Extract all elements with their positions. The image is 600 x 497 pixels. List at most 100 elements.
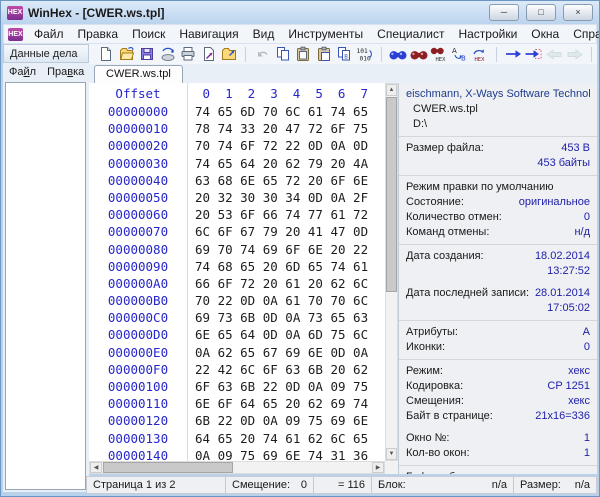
new-file-icon[interactable] [97, 45, 115, 64]
svg-text:B: B [461, 55, 466, 63]
hex-rows: 00000000 74 65 6D 70 6C 61 74 65 0000001… [89, 103, 385, 461]
hex-row-offset: 00000020 [89, 137, 187, 154]
svg-text:A: A [452, 47, 457, 55]
info-label: CWER.ws.tpl [413, 102, 478, 117]
hex-row: 00000030 74 65 64 20 62 79 20 4A [89, 155, 385, 172]
hex-row-bytes[interactable]: 20 53 6F 66 74 77 61 72 [187, 206, 368, 223]
hex-row-offset: 00000010 [89, 120, 187, 137]
open-disk-icon[interactable] [158, 45, 176, 64]
hex-row-bytes[interactable]: 6B 22 0D 0A 09 75 69 6E [187, 412, 368, 429]
scroll-left-icon[interactable]: ◀ [90, 462, 102, 473]
info-value: 18.02.2014 [484, 249, 590, 264]
find-hex-values-icon[interactable]: HEX [430, 45, 448, 64]
menu-item[interactable]: Настройки [451, 26, 524, 42]
hex-row-bytes[interactable]: 78 74 33 20 47 72 6F 75 [187, 120, 368, 137]
goto-offset-icon[interactable] [504, 45, 522, 64]
info-label: D:\ [413, 117, 427, 132]
copy-as-hex-icon[interactable]: B [335, 45, 353, 64]
hex-row-bytes[interactable]: 69 73 6B 0D 0A 73 65 63 [187, 309, 368, 326]
undo-icon[interactable] [253, 45, 271, 64]
tab-cwer-ws-tpl[interactable]: CWER.ws.tpl [94, 65, 183, 83]
hex-row-offset: 000000C0 [89, 309, 187, 326]
info-label: Байт в странице: [406, 409, 493, 424]
info-row: eischmann, X-Ways Software Technology AG [399, 87, 597, 102]
minimize-button[interactable]: ─ [489, 4, 519, 21]
case-data-tree[interactable] [5, 82, 86, 490]
hex-row-bytes[interactable]: 64 65 20 74 61 62 6C 65 [187, 430, 368, 447]
close-button[interactable]: × [563, 4, 593, 21]
menu-item[interactable]: Справка [566, 26, 600, 42]
vertical-scrollbar[interactable]: ▲ ▼ [385, 83, 398, 461]
menu-item[interactable]: Специалист [370, 26, 451, 42]
hex-row-bytes[interactable]: 0A 09 75 69 6E 74 31 36 [187, 447, 368, 461]
horizontal-scrollbar-thumb[interactable] [103, 462, 233, 473]
hex-row-bytes[interactable]: 6E 6F 64 65 20 62 69 74 [187, 395, 368, 412]
hex-row-bytes[interactable]: 6F 63 6B 22 0D 0A 09 75 [187, 378, 368, 395]
find-again-icon[interactable] [409, 45, 427, 64]
paste-into-new-file-icon[interactable] [315, 45, 333, 64]
menu-item[interactable]: Правка [71, 26, 126, 42]
hex-row-bytes[interactable]: 0A 62 65 67 69 6E 0D 0A [187, 344, 368, 361]
case-menu-item[interactable]: Файл [9, 66, 36, 78]
hex-row-bytes[interactable]: 69 70 74 69 6F 6E 20 22 [187, 241, 368, 258]
print-icon[interactable] [179, 45, 197, 64]
menu-item[interactable]: Окна [524, 26, 566, 42]
hex-row-bytes[interactable]: 74 65 6D 70 6C 61 74 65 [187, 103, 368, 120]
hex-row-bytes[interactable]: 70 22 0D 0A 61 70 70 6C [187, 292, 368, 309]
info-label: Режим правки по умолчанию [406, 180, 553, 195]
horizontal-scrollbar[interactable]: ◀ ▶ [89, 461, 385, 474]
binary-conversion-icon[interactable]: 101010 [356, 45, 374, 64]
paste-clipboard-icon[interactable] [294, 45, 312, 64]
scroll-down-icon[interactable]: ▼ [386, 448, 397, 460]
hex-row-bytes[interactable]: 74 65 64 20 62 79 20 4A [187, 155, 368, 172]
hex-row-bytes[interactable]: 66 6F 72 20 61 20 62 6C [187, 275, 368, 292]
scroll-up-icon[interactable]: ▲ [386, 84, 397, 96]
info-row: Команд отмены: н/д [399, 225, 597, 240]
hex-row-bytes[interactable]: 22 42 6C 6F 63 6B 20 62 [187, 361, 368, 378]
info-row: Размер файла: 453 B [399, 136, 597, 156]
replace-text-icon[interactable]: AB [450, 45, 468, 64]
hex-row-bytes[interactable]: 6E 65 64 0D 0A 6D 75 6C [187, 326, 368, 343]
toolbar: B 101010 HEX AB HEX [89, 44, 597, 64]
hex-row-bytes[interactable]: 63 68 6E 65 72 20 6F 6E [187, 172, 368, 189]
forward-icon[interactable] [565, 45, 583, 64]
info-label: Атрибуты: [406, 325, 458, 340]
hex-row: 00000090 74 68 65 20 6D 65 74 61 [89, 258, 385, 275]
status-page: Страница 1 из 2 [87, 477, 226, 493]
hex-row: 000000C0 69 73 6B 0D 0A 73 65 63 [89, 309, 385, 326]
file-properties-icon[interactable] [199, 45, 217, 64]
open-file-icon[interactable] [117, 45, 135, 64]
hex-row-bytes[interactable]: 20 32 30 30 34 0D 0A 2F [187, 189, 368, 206]
status-size-value: n/a [575, 479, 590, 491]
scroll-right-icon[interactable]: ▶ [372, 462, 384, 473]
back-icon[interactable] [545, 45, 563, 64]
hex-column-label: 2 [240, 86, 263, 101]
hex-row-offset: 00000090 [89, 258, 187, 275]
info-value: 453 байты [406, 156, 590, 171]
find-text-icon[interactable] [389, 45, 407, 64]
case-menu-item[interactable]: Правка [47, 66, 84, 78]
menu-item[interactable]: Навигация [172, 26, 245, 42]
copy-block-icon[interactable] [274, 45, 292, 64]
info-row: Кодировка: CP 1251 [399, 379, 597, 394]
info-row: Байт в странице: 21x16=336 [399, 409, 597, 424]
hex-row-bytes[interactable]: 6C 6F 67 79 20 41 47 0D [187, 223, 368, 240]
info-value: A [458, 325, 590, 340]
hex-row-bytes[interactable]: 74 68 65 20 6D 65 74 61 [187, 258, 368, 275]
menu-item[interactable]: Вид [246, 26, 282, 42]
hex-row-offset: 00000080 [89, 241, 187, 258]
hex-row-bytes[interactable]: 70 74 6F 72 22 0D 0A 0D [187, 137, 368, 154]
save-icon[interactable] [138, 45, 156, 64]
browse-folder-icon[interactable] [220, 45, 238, 64]
document-system-menu-icon[interactable]: HEX [8, 28, 23, 41]
menu-item[interactable]: Файл [27, 26, 71, 42]
hex-editor[interactable]: Offset 01234567 00000000 74 65 6D 70 6C … [89, 83, 385, 461]
menu-item[interactable]: Поиск [125, 26, 172, 42]
hex-column-label: 3 [263, 86, 286, 101]
menu-item[interactable]: Инструменты [281, 26, 370, 42]
replace-hex-icon[interactable]: HEX [471, 45, 489, 64]
go-again-icon[interactable] [525, 45, 543, 64]
maximize-button[interactable]: □ [526, 4, 556, 21]
hex-row-offset: 000000B0 [89, 292, 187, 309]
vertical-scrollbar-thumb[interactable] [386, 97, 397, 292]
